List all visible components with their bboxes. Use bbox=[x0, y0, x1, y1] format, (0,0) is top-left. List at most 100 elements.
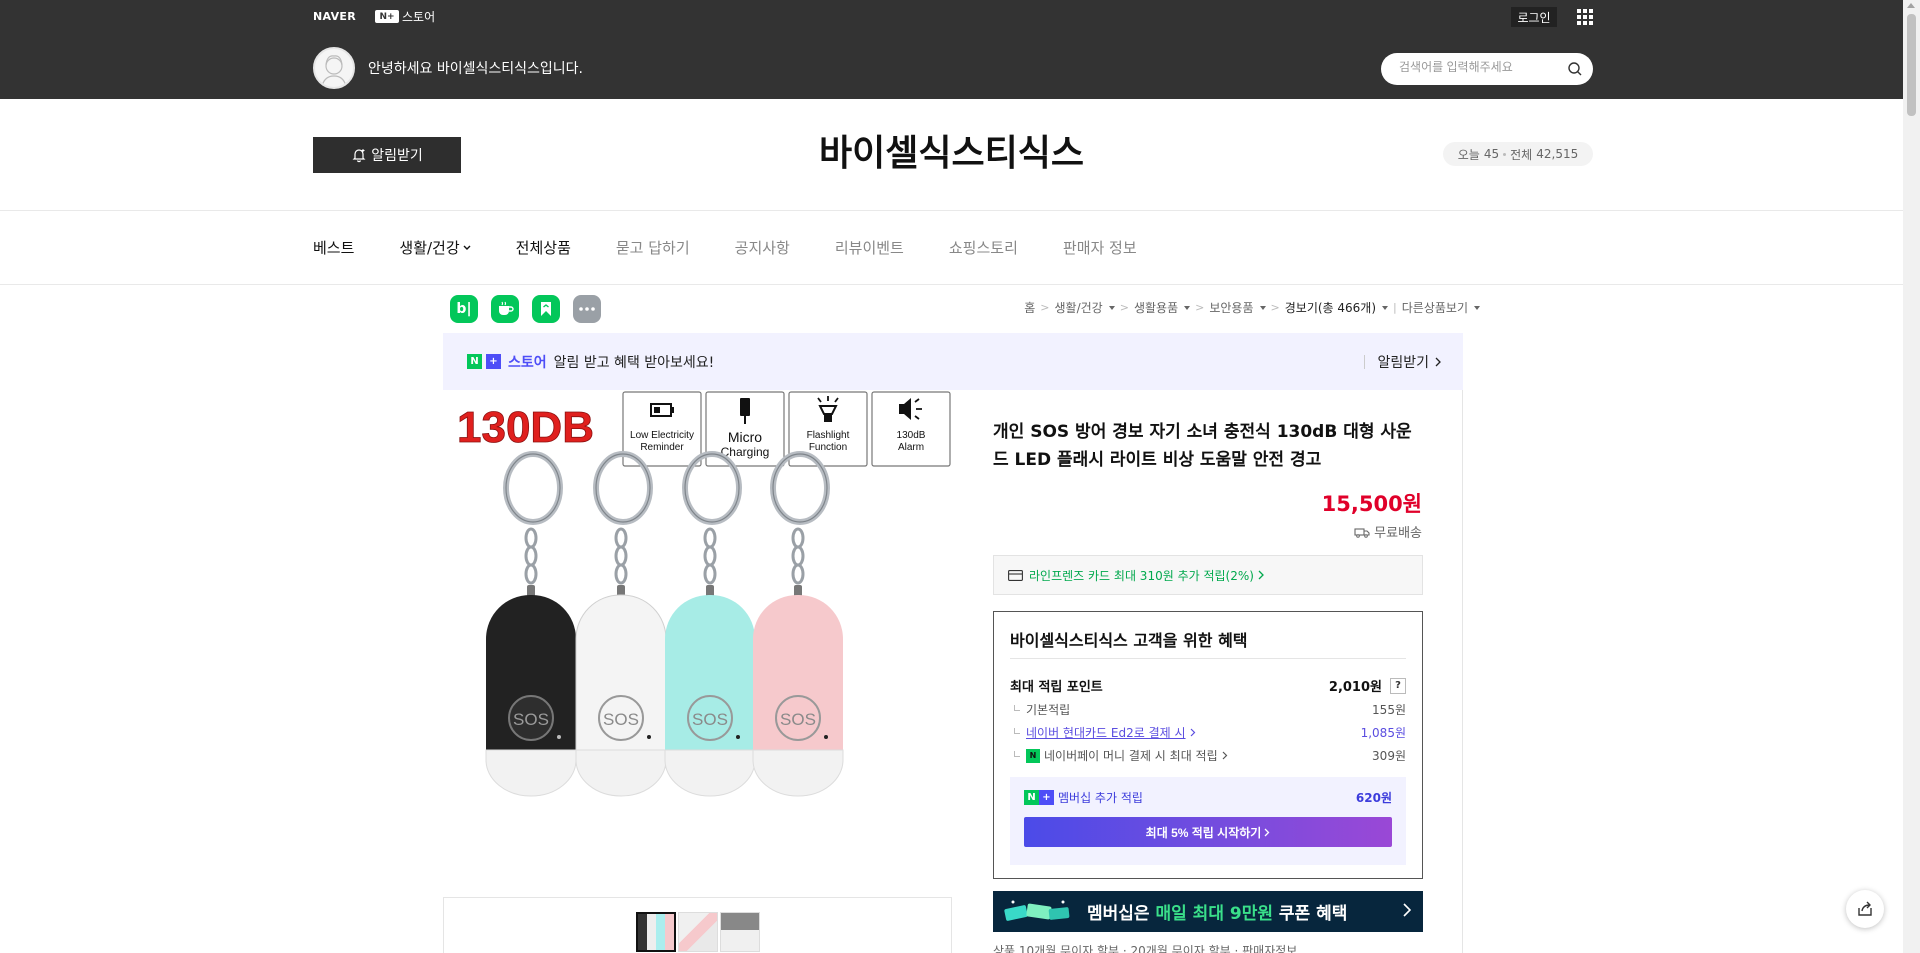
bookmark-glyph bbox=[541, 302, 551, 316]
bookmark-icon[interactable] bbox=[532, 295, 560, 323]
benefit-title: 바이셀식스티식스 고객을 위한 혜택 bbox=[1010, 631, 1248, 650]
device-light-base bbox=[575, 749, 667, 797]
plus-mark-icon: + bbox=[1039, 790, 1054, 805]
visits-separator bbox=[1503, 152, 1507, 156]
breadcrumb-alarm[interactable]: 경보기(총 466개) bbox=[1285, 299, 1389, 316]
scrollbar-thumb[interactable] bbox=[1907, 14, 1916, 116]
breadcrumb-security-goods[interactable]: 보안용품 bbox=[1209, 299, 1266, 316]
membership-start-label: 최대 5% 적립 시작하기 bbox=[1145, 825, 1262, 840]
naver-logo[interactable]: NAVER bbox=[313, 10, 356, 23]
coupon-art-icon bbox=[1004, 900, 1070, 921]
battery-tip bbox=[671, 407, 674, 413]
membership-start-button[interactable]: 최대 5% 적립 시작하기 bbox=[1024, 817, 1392, 847]
membership-value: 620원 bbox=[1355, 791, 1392, 805]
nav-item-all-products[interactable]: 전체상품 bbox=[516, 237, 571, 258]
nav-divider bbox=[0, 284, 1903, 285]
search-box bbox=[1381, 53, 1593, 85]
store-avatar[interactable] bbox=[313, 47, 355, 89]
nav-label: 베스트 bbox=[313, 239, 355, 257]
chevron-right-icon bbox=[1264, 828, 1270, 836]
chain-link bbox=[614, 563, 628, 585]
hyundai-card-link[interactable]: 네이버 현대카드 Ed2로 결제 시 bbox=[1026, 724, 1186, 741]
store-name-title[interactable]: 바이셀식스티식스 bbox=[0, 124, 1903, 176]
nav-item-best[interactable]: 베스트 bbox=[313, 237, 354, 258]
search-icon[interactable] bbox=[1567, 61, 1583, 77]
visits-total-label: 전체 bbox=[1510, 147, 1533, 162]
caret-down-icon bbox=[1184, 305, 1191, 310]
band-glyph: b| bbox=[456, 301, 472, 317]
base-points-value: 155원 bbox=[1372, 703, 1406, 717]
apps-grid-icon[interactable] bbox=[1577, 9, 1593, 25]
nav-label: 묻고 답하기 bbox=[615, 239, 690, 257]
share-buttons: b| bbox=[450, 295, 601, 323]
nav-item-life-health[interactable]: 생활/건강 bbox=[399, 237, 471, 258]
alarm-device: SOS bbox=[752, 451, 844, 797]
membership-coupon-banner[interactable]: 멤버십은 매일 최대 9만원 쿠폰 혜택 bbox=[993, 891, 1423, 932]
max-points-value: 2,010원 bbox=[1328, 680, 1382, 695]
breadcrumb-label: 생활용품 bbox=[1133, 301, 1179, 315]
band-icon[interactable]: b| bbox=[450, 295, 478, 323]
feature-label-line2: Alarm bbox=[898, 442, 924, 453]
nav-label: 리뷰이벤트 bbox=[834, 239, 904, 257]
breadcrumb-home[interactable]: 홈 bbox=[1024, 299, 1035, 316]
thumbnail-1[interactable] bbox=[636, 912, 676, 952]
nav-item-qna[interactable]: 묻고 답하기 bbox=[616, 237, 690, 258]
npay-money-row: N 네이버페이 머니 결제 시 최대 적립 309원 bbox=[1010, 747, 1406, 764]
nav-item-seller-info[interactable]: 판매자 정보 bbox=[1063, 237, 1137, 258]
nav-item-shopping-story[interactable]: 쇼핑스토리 bbox=[949, 237, 1018, 258]
membership-label: 멤버십 추가 적립 bbox=[1058, 791, 1143, 805]
login-button[interactable]: 로그인 bbox=[1511, 7, 1557, 27]
thumbnail-3[interactable] bbox=[720, 912, 760, 952]
promo-alarm-link[interactable]: 알림받기 bbox=[1364, 352, 1441, 372]
product-main-image[interactable]: 130DB Low ElectricityReminderMicroChargin… bbox=[443, 390, 952, 897]
chevron-right-icon bbox=[1190, 728, 1195, 737]
card-promo-text: 라인프렌즈 카드 최대 310원 추가 적립(2%) bbox=[1029, 568, 1254, 583]
help-icon[interactable]: ? bbox=[1390, 677, 1406, 694]
feature-label-line1: Flashlight bbox=[807, 430, 850, 441]
sos-label: SOS bbox=[513, 710, 549, 729]
share-icon bbox=[1858, 901, 1872, 916]
max-points-row: 최대 적립 포인트 2,010원? bbox=[1010, 676, 1406, 695]
card-promo-link[interactable]: 라인프렌즈 카드 최대 310원 추가 적립(2%) bbox=[993, 555, 1423, 595]
nav-label: 공지사항 bbox=[734, 239, 790, 257]
scroll-up-arrow-icon[interactable] bbox=[1907, 3, 1915, 8]
store-logo-label: 스토어 bbox=[402, 10, 436, 24]
breadcrumb-separator: > bbox=[1195, 301, 1205, 314]
customer-benefit-panel: 바이셀식스티식스 고객을 위한 혜택 최대 적립 포인트 2,010원? 기본적… bbox=[993, 611, 1423, 879]
global-header: NAVER N+ 스토어 로그인 안녕하세요 바이셀식스티식스입니다. bbox=[0, 0, 1903, 99]
talk-icon[interactable] bbox=[491, 295, 519, 323]
caret-down-icon bbox=[1474, 305, 1480, 310]
promo-divider bbox=[1364, 355, 1366, 369]
search-input[interactable] bbox=[1399, 60, 1559, 74]
chevron-right-icon bbox=[1403, 903, 1411, 917]
breadcrumb-living-goods[interactable]: 생활용품 bbox=[1133, 299, 1191, 316]
alarm-device: SOS bbox=[485, 451, 577, 797]
chain-link bbox=[614, 527, 628, 549]
npay-money-label[interactable]: 네이버페이 머니 결제 시 최대 적립 bbox=[1044, 747, 1218, 764]
cup-glyph bbox=[499, 301, 514, 315]
chain-link bbox=[791, 563, 805, 585]
nav-item-review-event[interactable]: 리뷰이벤트 bbox=[835, 237, 904, 258]
chain-link bbox=[524, 545, 538, 567]
status-dot bbox=[647, 735, 651, 739]
nav-item-notice[interactable]: 공지사항 bbox=[735, 237, 790, 258]
flashlight-body bbox=[824, 414, 832, 422]
nav-label: 쇼핑스토리 bbox=[948, 239, 1018, 257]
header-divider bbox=[0, 210, 1903, 211]
max-points-label: 최대 적립 포인트 bbox=[1010, 680, 1103, 695]
page-scrollbar[interactable] bbox=[1903, 0, 1920, 953]
thumbnail-2[interactable] bbox=[678, 912, 718, 952]
promo-alarm-label: 알림받기 bbox=[1377, 355, 1429, 371]
chain-link bbox=[791, 545, 805, 567]
product-frame-edge bbox=[1462, 390, 1463, 953]
more-icon[interactable] bbox=[573, 295, 601, 323]
feature-label-line1: Micro bbox=[728, 429, 762, 445]
breadcrumb-other-products[interactable]: 다른상품보기 bbox=[1402, 299, 1480, 316]
breadcrumb-life-health[interactable]: 생활/건강 bbox=[1055, 299, 1115, 316]
naver-plus-store-logo[interactable]: N+ 스토어 bbox=[375, 8, 435, 25]
tree-branch-icon bbox=[1014, 750, 1020, 757]
hyundai-card-value: 1,085원 bbox=[1360, 726, 1406, 740]
thumbnail-strip bbox=[636, 912, 760, 952]
floating-share-button[interactable] bbox=[1846, 890, 1884, 928]
visits-today-value: 45 bbox=[1483, 147, 1500, 161]
